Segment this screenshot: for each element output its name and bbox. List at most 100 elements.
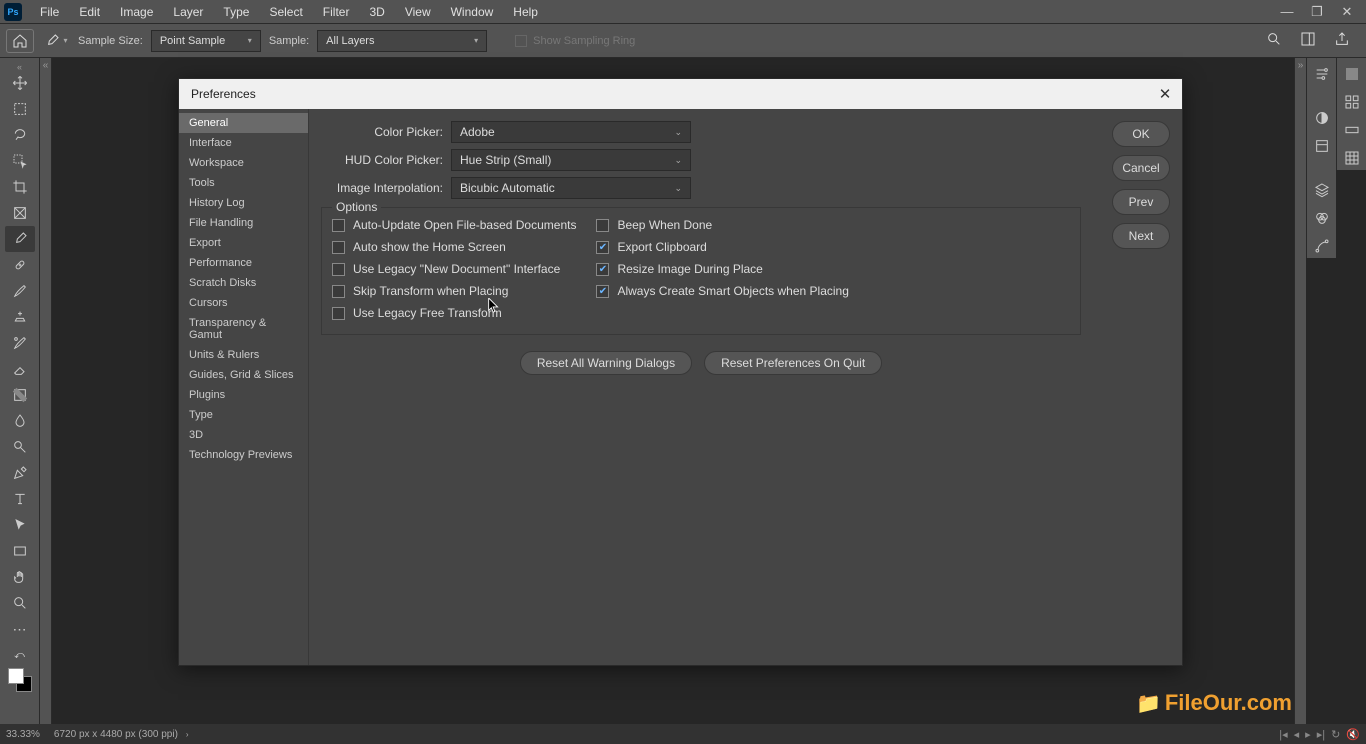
menu-select[interactable]: Select	[259, 1, 312, 23]
pref-category-performance[interactable]: Performance	[179, 253, 308, 273]
gradients-panel-icon[interactable]	[1340, 118, 1364, 142]
reset-prefs-on-quit-button[interactable]: Reset Preferences On Quit	[704, 351, 882, 375]
sample-size-dropdown[interactable]: Point Sample▾	[151, 30, 261, 52]
zoom-level[interactable]: 33.33%	[6, 729, 46, 740]
brush-tool[interactable]	[5, 278, 35, 304]
menu-edit[interactable]: Edit	[69, 1, 110, 23]
clone-stamp-tool[interactable]	[5, 304, 35, 330]
swatches-panel-icon[interactable]	[1340, 90, 1364, 114]
swap-colors-icon[interactable]: ⤺	[5, 648, 35, 662]
dodge-tool[interactable]	[5, 434, 35, 460]
menu-filter[interactable]: Filter	[313, 1, 360, 23]
healing-tool[interactable]	[5, 252, 35, 278]
tab-strip-left-collapse[interactable]: «	[40, 58, 52, 724]
menu-help[interactable]: Help	[503, 1, 548, 23]
option-export-clipboard[interactable]: Export Clipboard	[596, 240, 848, 254]
pref-category-plugins[interactable]: Plugins	[179, 385, 308, 405]
pref-category-export[interactable]: Export	[179, 233, 308, 253]
pref-category-workspace[interactable]: Workspace	[179, 153, 308, 173]
marquee-tool[interactable]	[5, 96, 35, 122]
rectangle-tool[interactable]	[5, 538, 35, 564]
history-brush-tool[interactable]	[5, 330, 35, 356]
timeline-audio-icon[interactable]: 🔇	[1346, 728, 1360, 741]
menu-file[interactable]: File	[30, 1, 69, 23]
color-swatches[interactable]	[8, 668, 32, 692]
adjustments-panel-icon[interactable]	[1310, 106, 1334, 130]
image-interpolation-dropdown[interactable]: Bicubic Automatic⌄	[451, 177, 691, 199]
pref-category-file-handling[interactable]: File Handling	[179, 213, 308, 233]
libraries-panel-icon[interactable]	[1310, 134, 1334, 158]
channels-panel-icon[interactable]	[1310, 206, 1334, 230]
minimize-button[interactable]: —	[1272, 2, 1302, 22]
menu-3d[interactable]: 3D	[359, 1, 394, 23]
timeline-play-icon[interactable]: ▸	[1305, 728, 1311, 741]
toolbox-collapse[interactable]: «	[0, 62, 39, 70]
reset-warnings-button[interactable]: Reset All Warning Dialogs	[520, 351, 692, 375]
menu-image[interactable]: Image	[110, 1, 163, 23]
hand-tool[interactable]	[5, 564, 35, 590]
eyedropper-tool[interactable]	[5, 226, 35, 252]
eraser-tool[interactable]	[5, 356, 35, 382]
pref-category-history-log[interactable]: History Log	[179, 193, 308, 213]
blur-tool[interactable]	[5, 408, 35, 434]
right-panel-collapse[interactable]: »	[1294, 58, 1306, 724]
next-button[interactable]: Next	[1112, 223, 1170, 249]
dialog-close-button[interactable]: ✕	[1156, 85, 1174, 103]
restore-button[interactable]: ❐	[1302, 2, 1332, 22]
quick-select-tool[interactable]	[5, 148, 35, 174]
hud-color-picker-dropdown[interactable]: Hue Strip (Small)⌄	[451, 149, 691, 171]
menu-window[interactable]: Window	[441, 1, 504, 23]
move-tool[interactable]	[5, 70, 35, 96]
timeline-prev-icon[interactable]: ◂	[1294, 728, 1300, 741]
home-button[interactable]	[6, 29, 34, 53]
properties-panel-icon[interactable]	[1310, 62, 1334, 86]
pref-category-interface[interactable]: Interface	[179, 133, 308, 153]
pref-category-general[interactable]: General	[179, 113, 308, 133]
option-auto-show-the-home-screen[interactable]: Auto show the Home Screen	[332, 240, 576, 254]
edit-toolbar[interactable]: ⋯	[5, 616, 35, 642]
option-use-legacy-free-transform[interactable]: Use Legacy Free Transform	[332, 306, 576, 320]
menu-view[interactable]: View	[395, 1, 441, 23]
option-skip-transform-when-placing[interactable]: Skip Transform when Placing	[332, 284, 576, 298]
option-resize-image-during-place[interactable]: Resize Image During Place	[596, 262, 848, 276]
pref-category-scratch-disks[interactable]: Scratch Disks	[179, 273, 308, 293]
pref-category-technology-previews[interactable]: Technology Previews	[179, 445, 308, 465]
patterns-panel-icon[interactable]	[1340, 146, 1364, 170]
option-always-create-smart-objects-when-placing[interactable]: Always Create Smart Objects when Placing	[596, 284, 848, 298]
ok-button[interactable]: OK	[1112, 121, 1170, 147]
crop-tool[interactable]	[5, 174, 35, 200]
gradient-tool[interactable]	[5, 382, 35, 408]
timeline-next-icon[interactable]: ▸|	[1317, 728, 1325, 741]
pref-category-tools[interactable]: Tools	[179, 173, 308, 193]
close-app-button[interactable]: ✕	[1332, 2, 1362, 22]
share-icon[interactable]	[1334, 31, 1350, 51]
sample-dropdown[interactable]: All Layers▾	[317, 30, 487, 52]
pref-category-cursors[interactable]: Cursors	[179, 293, 308, 313]
color-picker-dropdown[interactable]: Adobe⌄	[451, 121, 691, 143]
prev-button[interactable]: Prev	[1112, 189, 1170, 215]
paths-panel-icon[interactable]	[1310, 234, 1334, 258]
color-panel-icon[interactable]	[1340, 62, 1364, 86]
pref-category-3d[interactable]: 3D	[179, 425, 308, 445]
pref-category-type[interactable]: Type	[179, 405, 308, 425]
timeline-go-start-icon[interactable]: |◂	[1279, 728, 1287, 741]
zoom-tool[interactable]	[5, 590, 35, 616]
menu-type[interactable]: Type	[213, 1, 259, 23]
type-tool[interactable]	[5, 486, 35, 512]
timeline-loop-icon[interactable]: ↻	[1331, 728, 1340, 741]
pref-category-transparency-gamut[interactable]: Transparency & Gamut	[179, 313, 308, 345]
option-auto-update-open-file-based-documents[interactable]: Auto-Update Open File-based Documents	[332, 218, 576, 232]
lasso-tool[interactable]	[5, 122, 35, 148]
workspace-icon[interactable]	[1300, 31, 1316, 51]
path-select-tool[interactable]	[5, 512, 35, 538]
search-icon[interactable]	[1266, 31, 1282, 51]
frame-tool[interactable]	[5, 200, 35, 226]
option-beep-when-done[interactable]: Beep When Done	[596, 218, 848, 232]
layers-panel-icon[interactable]	[1310, 178, 1334, 202]
pen-tool[interactable]	[5, 460, 35, 486]
pref-category-units-rulers[interactable]: Units & Rulers	[179, 345, 308, 365]
pref-category-guides-grid-slices[interactable]: Guides, Grid & Slices	[179, 365, 308, 385]
option-use-legacy-new-document-interface[interactable]: Use Legacy "New Document" Interface	[332, 262, 576, 276]
cancel-button[interactable]: Cancel	[1112, 155, 1170, 181]
menu-layer[interactable]: Layer	[163, 1, 213, 23]
